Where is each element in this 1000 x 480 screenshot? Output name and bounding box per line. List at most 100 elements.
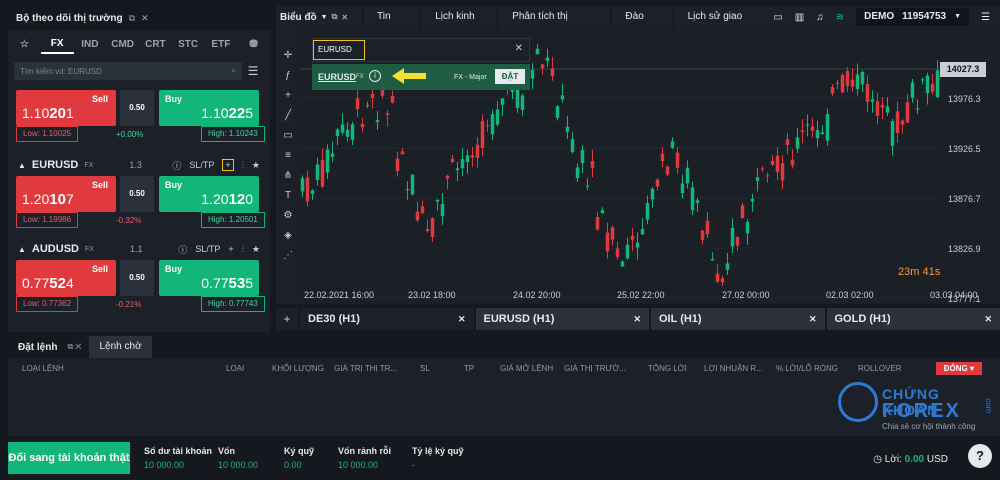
close-icon[interactable]: ✕ (633, 314, 641, 325)
close-all-button[interactable]: ĐÓNG ▾ (935, 362, 982, 375)
nav-market-analysis[interactable]: Phân tích thị trường (497, 6, 610, 44)
popout-icon[interactable]: ⧉ ✕ (67, 342, 81, 352)
settings-icon[interactable]: ⚙ (284, 210, 293, 221)
collapse-icon[interactable]: ▲ (18, 245, 26, 254)
candle-body (335, 129, 340, 137)
chart-tab[interactable]: GOLD (H1) ✕ (826, 308, 1000, 330)
hamburger-icon[interactable]: ☰ (981, 12, 990, 23)
instrument-row-audusd: ▲ AUDUSD FX 1.1 ⓘ SL/TP + ⫶ ★ Sell 0.775… (8, 238, 270, 322)
fibonacci-icon[interactable]: ≡ (285, 150, 291, 161)
lot-size[interactable]: 0.50 (120, 176, 154, 212)
nav-economic-calendar[interactable]: Lịch kinh tế (420, 6, 497, 44)
instrument-tools: ⓘ SL/TP + ⫶ ★ (178, 243, 260, 256)
layers-icon[interactable]: ◈ (284, 230, 292, 241)
indicator-icon[interactable]: ƒ (285, 70, 291, 81)
tab-open-positions[interactable]: Đặt lệnh (8, 342, 67, 353)
pitchfork-icon[interactable]: ⋔ (284, 170, 292, 181)
low-price: Low: 1.10025 (16, 126, 79, 142)
chart-menu[interactable]: Biểu đồ ▼ ⧉ ✕ (276, 12, 362, 23)
sltp-toggle[interactable]: SL/TP (189, 160, 214, 170)
monitor-icon[interactable]: ▭ (773, 12, 782, 23)
line-icon[interactable]: ╱ (285, 110, 291, 121)
nav-trade-history[interactable]: Lịch sử giao dịch (672, 6, 774, 44)
candle-body (615, 248, 620, 257)
text-icon[interactable]: T (285, 190, 291, 201)
close-icon[interactable]: ✕ (458, 314, 466, 325)
nav-education[interactable]: Đào tạo (610, 6, 672, 44)
chart-tab[interactable]: DE30 (H1) ✕ (300, 308, 474, 330)
candle-body (350, 124, 355, 140)
plus-icon[interactable]: + (285, 90, 291, 101)
tab-etf[interactable]: ETF (205, 39, 238, 50)
layout-icon[interactable]: ▥ (795, 12, 804, 23)
chart-icon[interactable]: ⫶ (242, 160, 244, 171)
high-price: High: 1.10243 (201, 126, 265, 142)
column-header: GIÁ THỊ TRƯỜ... (564, 364, 626, 373)
sltp-toggle[interactable]: SL/TP (195, 244, 220, 254)
candle-body (395, 158, 400, 171)
close-icon[interactable]: ✕ (141, 13, 149, 24)
instrument-symbol[interactable]: EURUSD (32, 159, 78, 171)
lot-size[interactable]: 0.50 (120, 260, 154, 296)
equity-stat: Vốn 10 000.00 (218, 446, 259, 470)
lot-size[interactable]: 0.50 (120, 90, 154, 126)
bell-icon[interactable]: ♫ (816, 12, 824, 23)
star-icon[interactable]: ★ (252, 160, 260, 171)
menu-icon[interactable]: ☰ (242, 64, 264, 78)
candle-body (550, 68, 555, 77)
popout-icon[interactable]: ⧉ (332, 12, 338, 22)
result-symbol[interactable]: EURUSD (318, 72, 356, 82)
add-icon[interactable]: + (222, 159, 234, 171)
chart-tab[interactable]: OIL (H1) ✕ (651, 308, 825, 330)
tab-fx[interactable]: FX (40, 34, 74, 54)
candle-body (910, 82, 915, 98)
sell-button[interactable]: Sell 1.10201 (16, 90, 116, 126)
add-chart-button[interactable]: + (276, 308, 298, 330)
sell-button[interactable]: Sell 1.20107 (16, 176, 116, 212)
close-icon[interactable]: ✕ (341, 13, 348, 22)
close-icon[interactable]: ✕ (515, 43, 523, 54)
candle-body (470, 155, 475, 158)
close-icon[interactable]: ✕ (809, 314, 817, 325)
candle-body (760, 168, 765, 170)
rectangle-icon[interactable]: ▭ (283, 130, 292, 141)
tab-stc[interactable]: STC (172, 39, 205, 50)
info-icon[interactable]: ⓘ (172, 159, 181, 172)
switch-real-account-button[interactable]: Đổi sang tài khoản thật (8, 442, 130, 474)
nav-news[interactable]: Tin tức (362, 6, 420, 44)
candle-body (680, 183, 685, 193)
tab-basket[interactable]: ⛃ (237, 39, 270, 50)
tab-favorites[interactable]: ☆ (8, 39, 41, 50)
chart-tab[interactable]: EURUSD (H1) ✕ (475, 308, 649, 330)
tab-cmd[interactable]: CMD (106, 39, 139, 50)
tab-ind[interactable]: IND (74, 39, 107, 50)
symbol-search-input[interactable]: EURUSD (313, 40, 365, 60)
candle-body (520, 95, 525, 110)
buy-button[interactable]: Buy 1.10225 (159, 90, 259, 126)
crosshair-icon[interactable]: ✛ (284, 50, 292, 61)
column-header: LOẠI (226, 364, 245, 373)
star-icon[interactable]: ★ (252, 244, 260, 255)
close-icon[interactable]: ✕ (984, 314, 992, 325)
instrument-title: ▲ AUDUSD FX 1.1 ⓘ SL/TP + ⫶ ★ (8, 238, 270, 260)
tab-pending-orders[interactable]: Lệnh chờ (89, 336, 152, 358)
sell-button[interactable]: Sell 0.77524 (16, 260, 116, 296)
buy-button[interactable]: Buy 0.77535 (159, 260, 259, 296)
popout-icon[interactable]: ⧉ (129, 13, 135, 24)
chart-icon[interactable]: ⫶ (242, 244, 244, 255)
place-order-button[interactable]: ĐẶT (495, 69, 525, 84)
share-icon[interactable]: ⋰ (283, 250, 293, 261)
watchlist-search-input[interactable]: Tìm kiếm vd: EURUSD ⌕ (14, 62, 242, 80)
collapse-icon[interactable]: ▲ (18, 161, 26, 170)
account-selector[interactable]: DEMO 11954753 ▼ (856, 8, 970, 26)
help-button[interactable]: ? (968, 444, 992, 468)
sell-label: Sell (91, 264, 108, 274)
tab-crt[interactable]: CRT (139, 39, 172, 50)
candle-body (775, 155, 780, 172)
add-icon[interactable]: + (228, 244, 233, 254)
instrument-symbol[interactable]: AUDUSD (32, 243, 79, 255)
info-icon[interactable]: i (369, 70, 381, 82)
info-icon[interactable]: ⓘ (178, 243, 187, 256)
buy-button[interactable]: Buy 1.20120 (159, 176, 259, 212)
candle-body (640, 229, 645, 235)
